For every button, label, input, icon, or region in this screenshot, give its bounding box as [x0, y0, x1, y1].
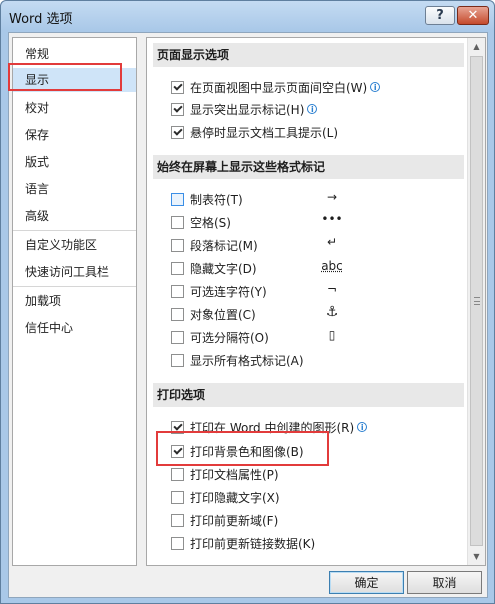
checkbox[interactable] [171, 467, 184, 481]
checkbox[interactable] [171, 125, 184, 139]
help-button[interactable]: ? [425, 6, 455, 25]
option-label: 打印文档属性(P) [190, 467, 279, 482]
option-object-anchors[interactable]: 对象位置(C) [171, 305, 256, 323]
option-label: 显示所有格式标记(A) [190, 353, 304, 368]
checkbox[interactable] [171, 238, 184, 252]
option-label: 打印隐藏文字(X) [190, 490, 280, 505]
checkbox[interactable] [171, 307, 184, 321]
option-label: 打印在 Word 中创建的图形(R) [190, 420, 355, 435]
option-update-fields[interactable]: 打印前更新域(F) [171, 511, 278, 529]
sidebar-item-advanced[interactable]: 高级 [13, 204, 136, 228]
option-label: 打印前更新域(F) [190, 513, 279, 528]
sidebar-item-add-ins[interactable]: 加载项 [13, 289, 136, 313]
option-spaces[interactable]: 空格(S) [171, 213, 231, 231]
tab-arrow-icon: → [326, 190, 338, 204]
checkbox[interactable] [171, 513, 184, 527]
option-show-all-format-marks[interactable]: 显示所有格式标记(A) [171, 351, 304, 369]
option-optional-breaks[interactable]: 可选分隔符(O) [171, 328, 269, 346]
scroll-down-arrow-icon[interactable]: ▼ [468, 548, 485, 565]
option-print-drawings[interactable]: 打印在 Word 中创建的图形(R) i [171, 418, 368, 436]
checkbox[interactable] [171, 192, 184, 206]
checkbox[interactable] [171, 261, 184, 275]
checkbox[interactable] [171, 80, 184, 94]
sidebar-item-proofing[interactable]: 校对 [13, 96, 136, 120]
option-show-highlighter-marks[interactable]: 显示突出显示标记(H) i [171, 100, 318, 118]
hidden-text-icon: abc [321, 259, 343, 273]
checkbox[interactable] [171, 444, 184, 458]
sidebar-item-general[interactable]: 常规 [13, 42, 136, 66]
scroll-thumb[interactable] [470, 56, 483, 546]
option-label: 隐藏文字(D) [190, 261, 257, 276]
sidebar-item-customize-ribbon[interactable]: 自定义功能区 [13, 233, 136, 257]
checkbox[interactable] [171, 330, 184, 344]
option-show-whitespace[interactable]: 在页面视图中显示页面间空白(W) i [171, 78, 381, 96]
option-document-tooltips[interactable]: 悬停时显示文档工具提示(L) [171, 123, 338, 141]
option-label: 悬停时显示文档工具提示(L) [190, 125, 339, 140]
category-sidebar: 常规 显示 校对 保存 版式 语言 高级 自定义功能区 快速访问工具栏 加载项 … [12, 37, 137, 566]
options-content-panel: 页面显示选项 在页面视图中显示页面间空白(W) i 显示突出显示标记(H) i … [146, 37, 486, 566]
option-label: 打印背景色和图像(B) [190, 444, 304, 459]
space-dots-icon: ••• [321, 212, 343, 226]
sidebar-item-trust-center[interactable]: 信任中心 [13, 316, 136, 340]
option-label: 空格(S) [190, 215, 231, 230]
option-print-document-properties[interactable]: 打印文档属性(P) [171, 465, 279, 483]
close-button[interactable]: ✕ [457, 6, 489, 25]
option-label: 打印前更新链接数据(K) [190, 536, 316, 551]
sidebar-item-quick-access-toolbar[interactable]: 快速访问工具栏 [13, 260, 136, 284]
option-update-linked-data[interactable]: 打印前更新链接数据(K) [171, 534, 315, 552]
section-header-print: 打印选项 [153, 383, 464, 407]
paragraph-mark-icon: ↵ [326, 235, 338, 249]
checkbox[interactable] [171, 284, 184, 298]
sidebar-divider [13, 286, 136, 287]
option-label: 段落标记(M) [190, 238, 258, 253]
info-icon: i [307, 104, 318, 114]
option-hidden-text[interactable]: 隐藏文字(D) [171, 259, 257, 277]
vertical-scrollbar[interactable]: ▲ ▼ [467, 38, 485, 565]
option-label: 可选分隔符(O) [190, 330, 269, 345]
scroll-up-arrow-icon[interactable]: ▲ [468, 38, 485, 55]
option-label: 显示突出显示标记(H) [190, 102, 305, 117]
checkbox[interactable] [171, 353, 184, 367]
option-label: 可选连字符(Y) [190, 284, 267, 299]
option-label: 在页面视图中显示页面间空白(W) [190, 80, 368, 95]
anchor-icon: ⚓ [325, 304, 339, 320]
grip-icon [474, 297, 480, 305]
sidebar-divider [13, 230, 136, 231]
checkbox[interactable] [171, 536, 184, 550]
option-label: 对象位置(C) [190, 307, 256, 322]
option-print-hidden-text[interactable]: 打印隐藏文字(X) [171, 488, 280, 506]
cancel-button[interactable]: 取消 [407, 571, 482, 594]
optional-hyphen-icon: ¬ [326, 282, 338, 296]
section-header-format-marks: 始终在屏幕上显示这些格式标记 [153, 155, 464, 179]
sidebar-item-language[interactable]: 语言 [13, 177, 136, 201]
option-label: 制表符(T) [190, 192, 243, 207]
section-header-page-display: 页面显示选项 [153, 43, 464, 67]
checkbox[interactable] [171, 420, 184, 434]
sidebar-item-display[interactable]: 显示 [13, 68, 136, 92]
word-options-window: Word 选项 ? ✕ 常规 显示 校对 保存 版式 语言 高级 自定义功能区 … [0, 0, 495, 604]
optional-break-icon: ▯ [328, 328, 336, 342]
info-icon: i [370, 82, 381, 92]
checkbox[interactable] [171, 490, 184, 504]
title-bar[interactable]: Word 选项 ? ✕ [1, 1, 494, 31]
option-tab-characters[interactable]: 制表符(T) [171, 190, 243, 208]
window-title: Word 选项 [9, 12, 73, 27]
option-paragraph-marks[interactable]: 段落标记(M) [171, 236, 258, 254]
checkbox[interactable] [171, 102, 184, 116]
info-icon: i [357, 422, 368, 432]
option-print-background[interactable]: 打印背景色和图像(B) [171, 442, 304, 460]
checkbox[interactable] [171, 215, 184, 229]
sidebar-item-save[interactable]: 保存 [13, 123, 136, 147]
ok-button[interactable]: 确定 [329, 571, 404, 594]
sidebar-item-layout[interactable]: 版式 [13, 150, 136, 174]
dialog-body: 常规 显示 校对 保存 版式 语言 高级 自定义功能区 快速访问工具栏 加载项 … [8, 32, 488, 598]
option-optional-hyphens[interactable]: 可选连字符(Y) [171, 282, 267, 300]
